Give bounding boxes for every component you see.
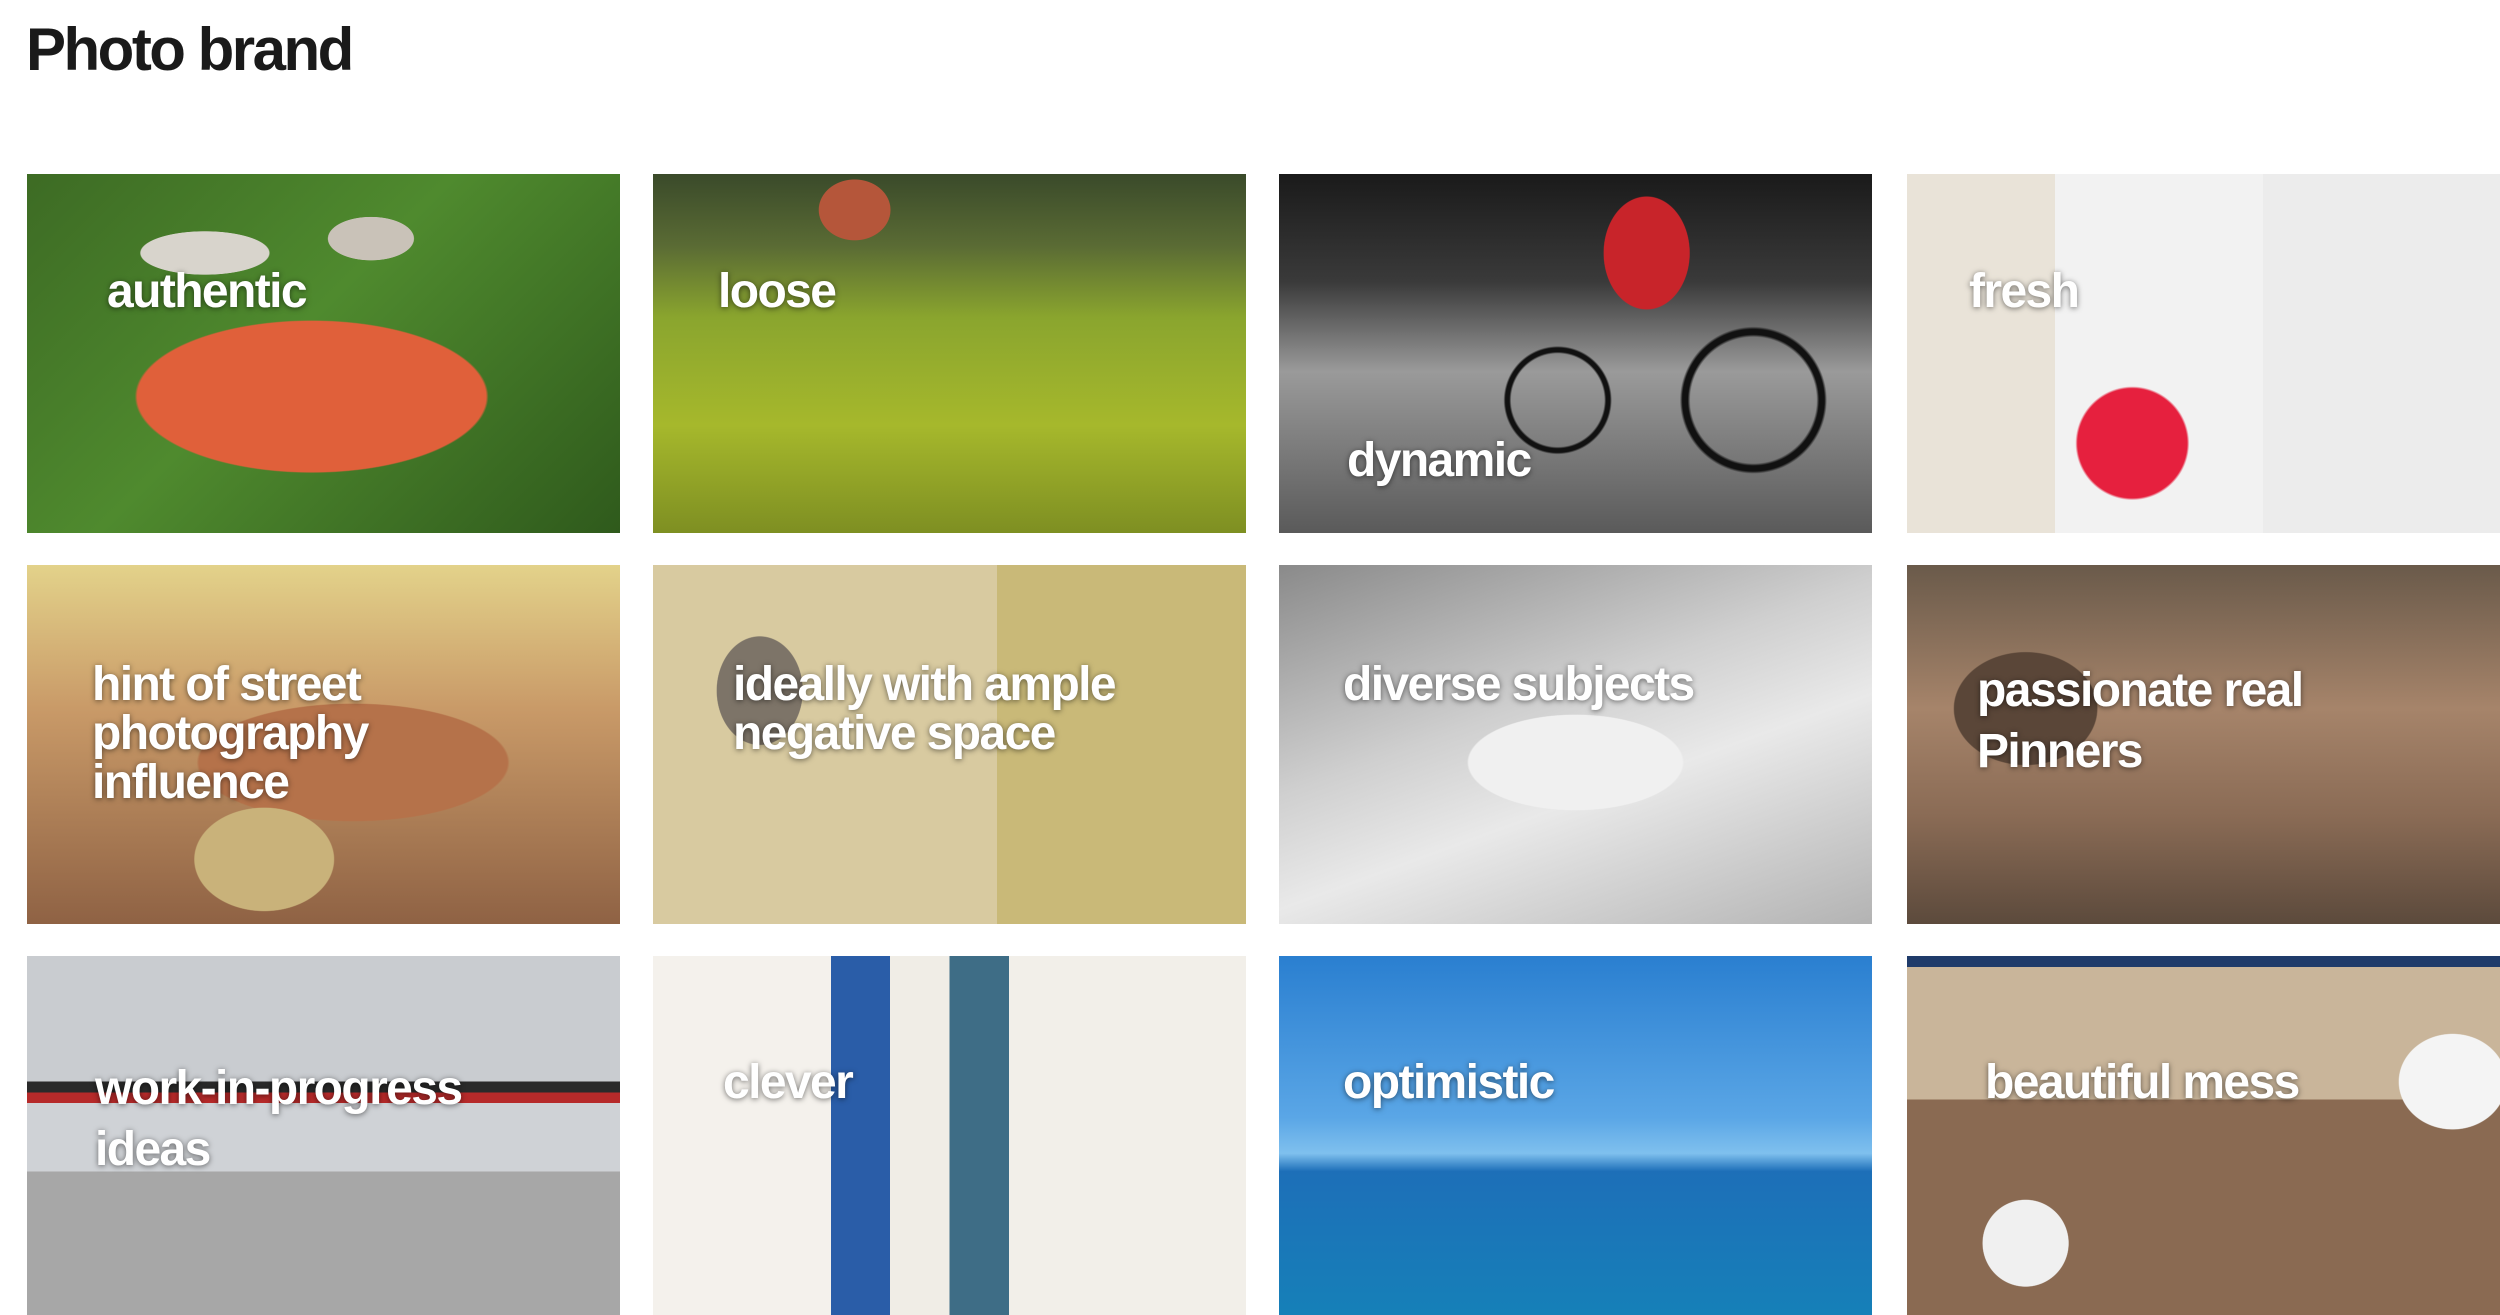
- tile-caption: fresh: [1969, 265, 2080, 318]
- tile-caption: optimistic: [1343, 1056, 1555, 1109]
- tile-caption: diverse subjects: [1343, 658, 1695, 711]
- photo-tile-pinners[interactable]: passionate real Pinners: [1907, 565, 2500, 924]
- photo-tile-street-photography[interactable]: hint of street photography influence: [27, 565, 620, 924]
- photo-image: [1279, 956, 1872, 1315]
- photo-image: [653, 956, 1246, 1315]
- tile-caption: loose: [718, 265, 837, 318]
- tile-caption: passionate real Pinners: [1977, 664, 2304, 778]
- photo-tile-loose[interactable]: loose: [653, 174, 1246, 533]
- tile-caption: hint of street photography influence: [92, 658, 369, 809]
- photo-tile-work-in-progress[interactable]: work-in-progress ideas: [27, 956, 620, 1315]
- tile-caption: dynamic: [1347, 434, 1532, 487]
- photo-tile-diverse-subjects[interactable]: diverse subjects: [1279, 565, 1872, 924]
- tile-caption: beautiful mess: [1985, 1056, 2300, 1109]
- tile-caption: clever: [723, 1056, 854, 1109]
- photo-tile-authentic[interactable]: authentic: [27, 174, 620, 533]
- tile-caption: ideally with ample negative space: [733, 658, 1117, 760]
- photo-image: [1907, 174, 2500, 533]
- photo-image: [27, 174, 620, 533]
- photo-image: [1907, 956, 2500, 1315]
- photo-tile-dynamic[interactable]: dynamic: [1279, 174, 1872, 533]
- tile-caption: authentic: [107, 265, 308, 318]
- photo-tile-beautiful-mess[interactable]: beautiful mess: [1907, 956, 2500, 1315]
- photo-image: [653, 174, 1246, 533]
- tile-caption: work-in-progress ideas: [95, 1062, 463, 1176]
- photo-grid: authentic loose dynamic fresh hint of st…: [0, 0, 2500, 1315]
- photo-tile-negative-space[interactable]: ideally with ample negative space: [653, 565, 1246, 924]
- photo-image: [1279, 565, 1872, 924]
- photo-tile-clever[interactable]: clever: [653, 956, 1246, 1315]
- photo-tile-fresh[interactable]: fresh: [1907, 174, 2500, 533]
- photo-tile-optimistic[interactable]: optimistic: [1279, 956, 1872, 1315]
